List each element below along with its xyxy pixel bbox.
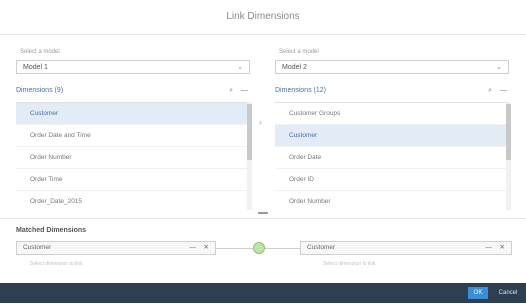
left-scrollbar[interactable]	[247, 102, 252, 210]
right-model-value: Model 2	[282, 64, 307, 71]
matched-dimensions-title: Matched Dimensions	[16, 227, 87, 234]
more-icon[interactable]: —	[485, 244, 492, 251]
matched-right-value: Customer	[307, 244, 336, 251]
list-item[interactable]: Customer Groups	[275, 103, 509, 125]
list-item[interactable]: Order Number	[275, 191, 509, 211]
left-model-label: Select a model	[20, 49, 60, 55]
list-item[interactable]: Order ID	[275, 169, 509, 191]
right-dimensions-header: Dimensions (12) ⌕ —	[275, 84, 509, 98]
more-icon[interactable]: —	[189, 244, 196, 251]
right-list-tools: ⌕ —	[482, 84, 507, 98]
left-scrollbar-thumb[interactable]	[247, 104, 252, 160]
left-model-value: Model 1	[23, 64, 48, 71]
link-icon[interactable]	[253, 242, 265, 254]
list-item[interactable]: Customer	[16, 103, 250, 125]
right-scrollbar[interactable]	[506, 102, 511, 210]
right-model-select[interactable]: Model 2 ⌄	[275, 60, 509, 74]
right-scrollbar-thumb[interactable]	[506, 104, 511, 160]
ok-button[interactable]: OK	[468, 287, 488, 299]
matched-right-dimension[interactable]: Customer — ✕	[300, 241, 512, 255]
left-list-tools: ⌕ —	[223, 84, 248, 98]
dialog-title: Link Dimensions	[0, 0, 526, 35]
left-dimensions-title: Dimensions (9)	[16, 87, 64, 94]
left-dimensions-header: Dimensions (9) ⌕ —	[16, 84, 250, 98]
matched-left-value: Customer	[23, 244, 52, 251]
matched-right-controls: — ✕	[479, 242, 505, 254]
matched-left-controls: — ✕	[183, 242, 209, 254]
right-dimensions-title: Dimensions (12)	[275, 87, 326, 94]
link-arrow-icon: ›	[259, 117, 262, 127]
search-icon[interactable]: ⌕	[229, 87, 233, 94]
dialog-footer: OK Cancel	[0, 283, 526, 303]
search-icon[interactable]: ⌕	[488, 87, 492, 94]
chevron-down-icon: ⌄	[496, 64, 502, 71]
left-model-select[interactable]: Model 1 ⌄	[16, 60, 250, 74]
list-item[interactable]: Order Number	[16, 147, 250, 169]
list-item[interactable]: Order Time	[16, 169, 250, 191]
list-item[interactable]: Order Date	[275, 147, 509, 169]
chevron-down-icon: ⌄	[237, 64, 243, 71]
cancel-button[interactable]: Cancel	[494, 287, 522, 299]
left-link-hint: Select dimension to link	[30, 261, 83, 267]
list-item[interactable]: Order_Date_2015	[16, 191, 250, 211]
more-icon[interactable]: —	[241, 87, 248, 94]
close-icon[interactable]: ✕	[500, 244, 505, 251]
right-link-hint: Select dimension to link	[323, 261, 376, 267]
list-item[interactable]: Order Date and Time	[16, 125, 250, 147]
right-dimension-list: Customer Groups Customer Order Date Orde…	[275, 102, 509, 211]
close-icon[interactable]: ✕	[204, 244, 209, 251]
splitter-handle[interactable]	[258, 212, 268, 214]
right-model-label: Select a model	[279, 49, 319, 55]
matched-left-dimension[interactable]: Customer — ✕	[16, 241, 216, 255]
more-icon[interactable]: —	[500, 87, 507, 94]
left-dimension-list: Customer Order Date and Time Order Numbe…	[16, 102, 250, 211]
link-dimensions-dialog: Link Dimensions Select a model Model 1 ⌄…	[0, 0, 526, 303]
list-item[interactable]: Customer	[275, 125, 509, 147]
